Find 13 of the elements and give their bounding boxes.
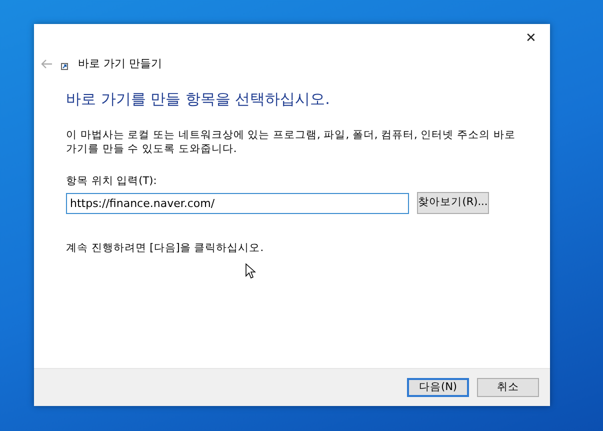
continue-hint: 계속 진행하려면 [다음]을 클릭하십시오. bbox=[66, 241, 265, 256]
wizard-heading: 바로 가기를 만들 항목을 선택하십시오. bbox=[66, 89, 331, 110]
location-field[interactable]: https://finance.naver.com/ bbox=[66, 192, 409, 214]
close-button[interactable]: ✕ bbox=[521, 29, 541, 47]
browse-button[interactable]: 찾아보기(R)... bbox=[417, 192, 489, 214]
dialog-button[interactable]: 다음(N) bbox=[407, 378, 469, 397]
mouse-pointer-icon bbox=[245, 263, 256, 279]
window-title: 바로 가기 만들기 bbox=[78, 56, 162, 72]
location-label: 항목 위치 입력(T): bbox=[66, 174, 158, 188]
back-arrow-icon[interactable] bbox=[41, 59, 53, 69]
shortcut-icon bbox=[61, 63, 68, 70]
dialog-button[interactable]: 취소 bbox=[477, 378, 539, 397]
description-text: 이 마법사는 로컬 또는 네트워크상에 있는 프로그램, 파일, 폴더, 컴퓨터, 인터넷 주소의 바로 가기를 만들 수 있도록 도와줍니다. bbox=[66, 128, 516, 156]
